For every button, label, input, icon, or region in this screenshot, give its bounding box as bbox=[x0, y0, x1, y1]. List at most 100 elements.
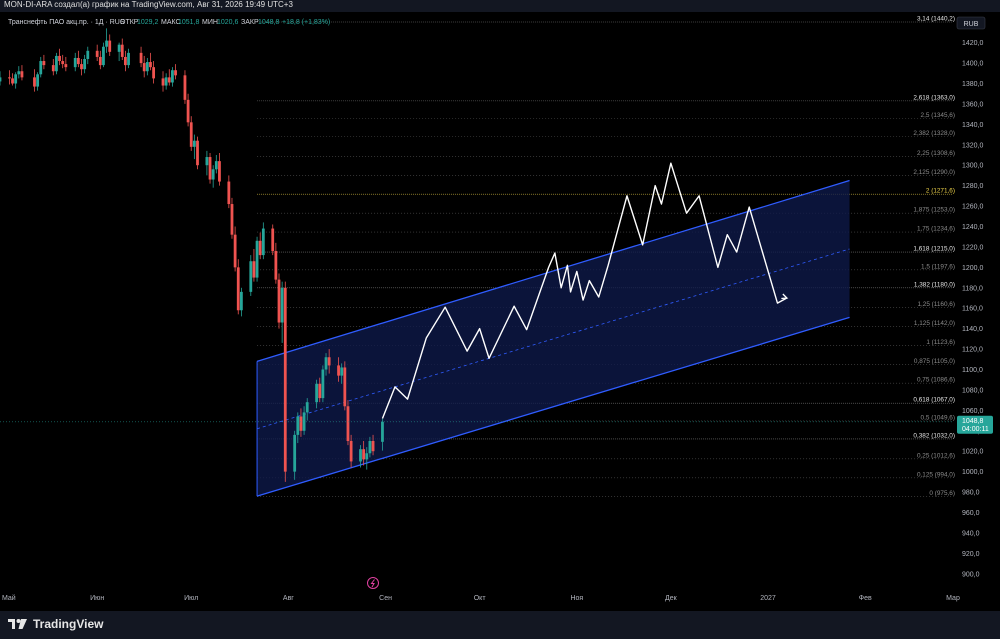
fib-level-label: 2,125 (1290,0) bbox=[913, 169, 955, 176]
y-tick-label[interactable]: 940,0 bbox=[962, 530, 980, 537]
y-tick-label[interactable]: 900,0 bbox=[962, 571, 980, 578]
candle-body-75 bbox=[340, 367, 344, 376]
y-tick-label[interactable]: 1140,0 bbox=[962, 326, 983, 333]
candle-body-52 bbox=[236, 267, 240, 311]
candle-body-80 bbox=[362, 449, 366, 460]
y-tick-label[interactable]: 1080,0 bbox=[962, 387, 984, 394]
candle-body-27 bbox=[123, 56, 127, 66]
x-tick-label[interactable]: Фев bbox=[859, 595, 872, 602]
x-tick-label[interactable]: Июл bbox=[184, 595, 198, 602]
fib-level-label: 1,875 (1253,0) bbox=[913, 207, 955, 214]
y-tick-label[interactable]: 1160,0 bbox=[962, 306, 983, 313]
candle-body-22 bbox=[102, 46, 105, 66]
candle-body-17 bbox=[80, 64, 83, 70]
candle-body-55 bbox=[252, 261, 256, 278]
candle-body-69 bbox=[315, 383, 319, 403]
y-tick-label[interactable]: 1120,0 bbox=[962, 347, 983, 354]
candle-body-53 bbox=[239, 291, 243, 311]
fib-level-label: 1,382 (1180,0) bbox=[914, 281, 955, 288]
candle-body-78 bbox=[349, 441, 353, 462]
y-tick-label[interactable]: 1380,0 bbox=[962, 81, 984, 88]
y-tick-label[interactable]: 980,0 bbox=[962, 490, 980, 497]
fib-level-label: 2,382 (1328,0) bbox=[913, 130, 955, 137]
candle-body-44 bbox=[205, 157, 209, 166]
candle-body-20 bbox=[95, 50, 99, 57]
candle-body-73 bbox=[327, 357, 331, 366]
price-axis[interactable]: 1420,0 1400,0 1380,0 1360,0 1340,0 1320,0 1300… bbox=[962, 40, 984, 578]
candle-body-30 bbox=[142, 63, 146, 72]
y-tick-label[interactable]: 1260,0 bbox=[962, 204, 984, 211]
candle-body-32 bbox=[149, 62, 152, 68]
candle-body-1 bbox=[8, 77, 11, 79]
legend-low-label: МИН bbox=[202, 19, 218, 26]
currency-badge[interactable]: RUB bbox=[956, 16, 986, 30]
x-tick-label[interactable]: Мар bbox=[946, 595, 960, 602]
time-axis[interactable]: Май Июн Июл Авг Сен Окт Ноя Дек 2027 Фев Мар bbox=[2, 594, 960, 602]
candle-body-81 bbox=[365, 453, 369, 460]
fib-level-label: 1,25 (1160,6) bbox=[917, 301, 955, 308]
candle-body-6 bbox=[33, 77, 36, 87]
x-tick-label[interactable]: Июн bbox=[90, 595, 104, 602]
candle-body-12 bbox=[58, 55, 61, 62]
candle-body-61 bbox=[277, 279, 281, 323]
y-tick-label[interactable]: 1400,0 bbox=[962, 61, 984, 68]
y-tick-label[interactable]: 1100,0 bbox=[962, 367, 983, 374]
fib-level-label: 0,25 (1012,6) bbox=[917, 452, 955, 459]
y-tick-label[interactable]: 1000,0 bbox=[962, 469, 984, 476]
x-tick-label[interactable]: Дек bbox=[665, 595, 678, 602]
candle-body-18 bbox=[83, 58, 87, 70]
y-tick-label[interactable]: 1200,0 bbox=[962, 265, 984, 272]
tradingview-logo[interactable]: TradingView bbox=[8, 617, 103, 631]
fib-level-label: 0,5 (1049,6) bbox=[921, 414, 955, 421]
candle-body-54 bbox=[249, 261, 253, 292]
candle-body-29 bbox=[139, 52, 143, 64]
legend-close-value: 1048,8 bbox=[258, 19, 280, 26]
x-tick-label[interactable]: Сен bbox=[379, 595, 392, 602]
candle-body-48 bbox=[218, 161, 221, 182]
y-tick-label[interactable]: 1360,0 bbox=[962, 101, 984, 108]
tradingview-logo-icon bbox=[8, 619, 27, 629]
y-tick-label[interactable]: 920,0 bbox=[962, 551, 980, 558]
candle-body-16 bbox=[76, 57, 80, 65]
candle-body-3 bbox=[14, 74, 18, 84]
currency-label[interactable]: RUB bbox=[964, 21, 979, 28]
candle-body-34 bbox=[161, 78, 165, 86]
y-tick-label[interactable]: 1340,0 bbox=[962, 122, 984, 129]
candle-body-77 bbox=[346, 406, 350, 441]
candle-body-59 bbox=[271, 228, 275, 252]
candle-body-2 bbox=[11, 78, 14, 84]
forecast-marker-icon[interactable] bbox=[367, 577, 379, 589]
y-tick-label[interactable]: 1320,0 bbox=[962, 142, 984, 149]
y-tick-label[interactable]: 1220,0 bbox=[962, 244, 984, 251]
candle-body-63 bbox=[283, 287, 287, 472]
candle-body-79 bbox=[359, 449, 362, 462]
y-tick-label[interactable]: 1240,0 bbox=[962, 224, 984, 231]
legend-high-value: 1051,8 bbox=[178, 19, 200, 26]
candle-body-8 bbox=[39, 61, 43, 75]
y-tick-label[interactable]: 1180,0 bbox=[962, 285, 983, 292]
x-tick-label[interactable]: 2027 bbox=[760, 595, 776, 602]
y-tick-label[interactable]: 1420,0 bbox=[962, 40, 984, 47]
candle-body-28 bbox=[127, 52, 130, 66]
y-tick-label[interactable]: 1020,0 bbox=[962, 449, 984, 456]
price-chart[interactable]: 0 (975,6) 0,125 (994,0) 0,25 (1012,6) 0,382… bbox=[0, 12, 1000, 611]
fib-level-label: 1,5 (1197,6) bbox=[921, 263, 955, 270]
candle-body-74 bbox=[337, 365, 340, 376]
candle-body-76 bbox=[343, 367, 347, 407]
x-tick-label[interactable]: Ноя bbox=[570, 595, 583, 602]
y-tick-label[interactable]: 960,0 bbox=[962, 510, 980, 517]
candle-body-39 bbox=[183, 75, 187, 100]
candle-body-25 bbox=[117, 44, 121, 52]
candle-body-0 bbox=[0, 77, 2, 82]
y-tick-label[interactable]: 1280,0 bbox=[962, 183, 984, 190]
regression-channel[interactable] bbox=[256, 179, 850, 497]
fib-level-label: 3,14 (1440,2) bbox=[917, 16, 955, 23]
y-tick-label[interactable]: 1300,0 bbox=[962, 163, 984, 170]
x-tick-label[interactable]: Май bbox=[2, 594, 16, 602]
candle-body-38 bbox=[174, 70, 177, 76]
x-tick-label[interactable]: Авг bbox=[283, 595, 294, 602]
fib-level-label: 2,618 (1363,0) bbox=[913, 94, 955, 101]
x-tick-label[interactable]: Окт bbox=[474, 595, 487, 602]
candle-body-10 bbox=[51, 65, 55, 72]
y-tick-label[interactable]: 1060,0 bbox=[962, 408, 984, 415]
